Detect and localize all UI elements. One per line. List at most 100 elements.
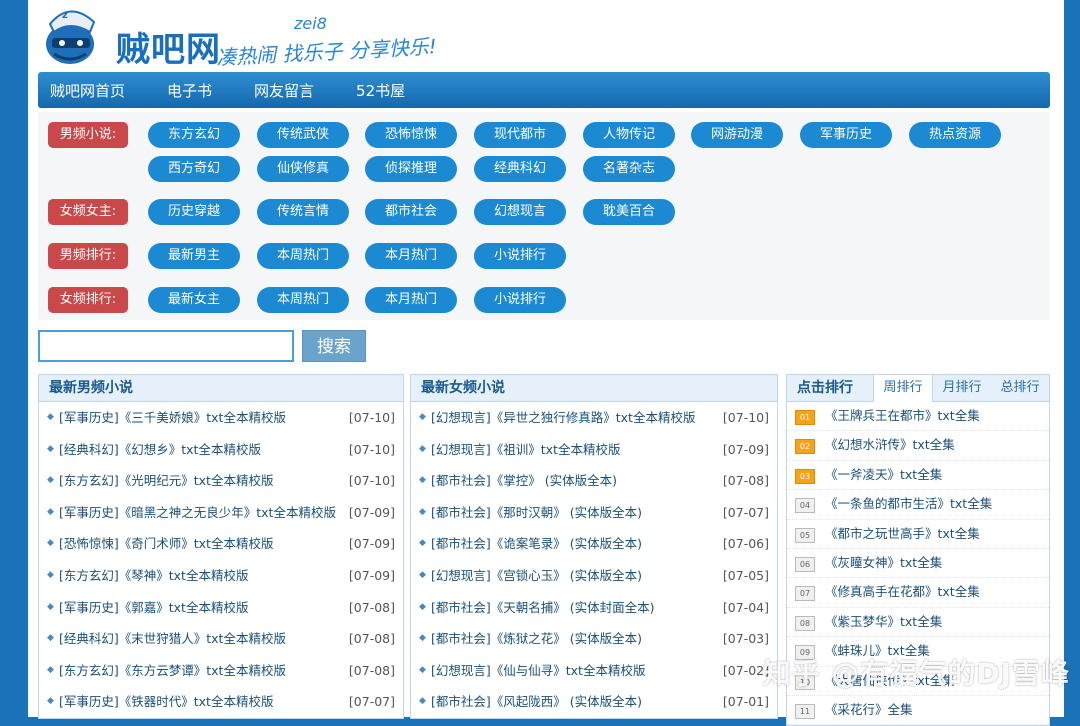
rank-link[interactable]: 《都市之玩世高手》txt全集 (825, 520, 980, 548)
rank-link[interactable]: 《一斧凌天》txt全集 (825, 461, 942, 489)
tag-item[interactable]: 小说排行 (474, 243, 566, 269)
novel-link[interactable]: [军事历史]《郭嘉》txt全本精校版 (59, 592, 248, 624)
novel-link[interactable]: [东方玄幻]《琴神》txt全本精校版 (59, 560, 248, 592)
list-item: ◆ [幻想现言]《异世之独行修真路》txt全本精校版 [07-10] (411, 402, 777, 434)
bullet-icon: ◆ (419, 443, 426, 454)
tag-item[interactable]: 幻想现言 (474, 199, 566, 225)
rank-link[interactable]: 《灰瞳女神》txt全集 (825, 549, 942, 577)
tag-item[interactable]: 人物传记 (583, 122, 675, 148)
tag-item[interactable]: 耽美百合 (583, 199, 675, 225)
nav-ebook[interactable]: 电子书 (167, 80, 212, 101)
tag-item[interactable]: 西方奇幻 (148, 156, 240, 182)
site-name[interactable]: 贼吧网 (116, 22, 221, 71)
rank-item: 01 《王牌兵王在都市》txt全集 (787, 402, 1049, 432)
tag-item[interactable]: 东方玄幻 (148, 122, 240, 148)
tag-item[interactable]: 经典科幻 (474, 156, 566, 182)
female-novel-panel: 最新女频小说 ◆ [幻想现言]《异世之独行修真路》txt全本精校版 [07-10] ◆… (410, 374, 778, 719)
rank-item: 06 《灰瞳女神》txt全集 (787, 549, 1049, 579)
tag-item[interactable]: 本周热门 (257, 287, 349, 313)
tag-item[interactable]: 恐怖惊悚 (365, 122, 457, 148)
tag-item[interactable]: 本月热门 (365, 287, 457, 313)
rank-link[interactable]: 《王牌兵王在都市》txt全集 (825, 402, 980, 430)
nav-guestbook[interactable]: 网友留言 (254, 80, 314, 101)
bandit-mascot-logo[interactable]: z (40, 4, 112, 66)
novel-link[interactable]: [都市社会]《诡案笔录》 (实体版全本) (431, 528, 642, 560)
novel-link[interactable]: [东方玄幻]《光明纪元》txt全本精校版 (59, 465, 273, 497)
novel-link[interactable]: [都市社会]《掌控》 (实体版全本) (431, 465, 617, 497)
novel-link[interactable]: [东方玄幻]《东方云梦谭》txt全本精校版 (59, 655, 286, 687)
tag-item[interactable]: 都市社会 (365, 199, 457, 225)
list-item: ◆ [都市社会]《掌控》 (实体版全本) [07-08] (411, 465, 777, 497)
rank-link[interactable]: 《紫玉梦华》txt全集 (825, 608, 942, 636)
novel-link[interactable]: [都市社会]《风起陇西》 (实体版全本) (431, 686, 642, 718)
list-item: ◆ [都市社会]《诡案笔录》 (实体版全本) [07-06] (411, 528, 777, 560)
nav-home[interactable]: 贼吧网首页 (50, 80, 125, 101)
novel-date: [07-08] (348, 631, 395, 647)
rank-link[interactable]: 《修真高手在花都》txt全集 (825, 578, 980, 606)
bullet-icon: ◆ (419, 696, 426, 707)
novel-link[interactable]: [都市社会]《那时汉朝》 (实体版全本) (431, 497, 642, 529)
tag-item[interactable]: 侦探推理 (365, 156, 457, 182)
bullet-icon: ◆ (419, 538, 426, 549)
male-novel-list: ◆ [军事历史]《三千美娇娘》txt全本精校版 [07-10] ◆ [经典科幻]《幻想乡… (39, 402, 403, 718)
rank-number-badge: 02 (795, 439, 815, 455)
novel-link[interactable]: [恐怖惊悚]《奇门术师》txt全本精校版 (59, 528, 273, 560)
tab-total[interactable]: 总排行 (991, 375, 1049, 401)
list-item: ◆ [都市社会]《天朝名捕》 (实体封面全本) [07-04] (411, 592, 777, 624)
tag-item[interactable]: 历史穿越 (148, 199, 240, 225)
page: z 贼吧网 zei8 凑热闹 找乐子 分享快乐! 贼吧网首页 电子书 网友留言 … (28, 0, 1064, 726)
novel-date: [07-10] (348, 473, 395, 489)
novel-link[interactable]: [军事历史]《铁器时代》txt全本精校版 (59, 686, 273, 718)
rank-item: 03 《一斧凌天》txt全集 (787, 461, 1049, 491)
novel-date: [07-08] (348, 662, 395, 678)
novel-link[interactable]: [幻想现言]《祖训》txt全本精校版 (431, 434, 620, 466)
novel-link[interactable]: [经典科幻]《末世狩猎人》txt全本精校版 (59, 623, 286, 655)
category-label: 男频排行: (48, 243, 128, 269)
rank-link[interactable]: 《采花行》全集 (825, 696, 913, 724)
tag-item[interactable]: 网游动漫 (691, 122, 783, 148)
novel-link[interactable]: [幻想现言]《异世之独行修真路》txt全本精校版 (431, 402, 695, 434)
novel-date: [07-06] (722, 536, 769, 552)
search-button[interactable]: 搜索 (302, 330, 366, 362)
rank-number-badge: 08 (795, 615, 815, 631)
bullet-icon: ◆ (419, 569, 426, 580)
tag-item[interactable]: 热点资源 (909, 122, 1001, 148)
tag-item[interactable]: 最新男主 (148, 243, 240, 269)
list-item: ◆ [经典科幻]《末世狩猎人》txt全本精校版 [07-08] (39, 623, 403, 655)
novel-date: [07-08] (722, 473, 769, 489)
rank-item: 04 《一条鱼的都市生活》txt全集 (787, 490, 1049, 520)
novel-date: [07-09] (348, 567, 395, 583)
tag-item[interactable]: 小说排行 (474, 287, 566, 313)
category-label: 男频小说: (48, 122, 128, 148)
bullet-icon: ◆ (419, 664, 426, 675)
list-item: ◆ [军事历史]《三千美娇娘》txt全本精校版 [07-10] (39, 402, 403, 434)
tag-item[interactable]: 现代都市 (474, 122, 566, 148)
novel-link[interactable]: [经典科幻]《幻想乡》txt全本精校版 (59, 434, 261, 466)
nav-52shuwu[interactable]: 52书屋 (356, 80, 405, 101)
tag-item[interactable]: 本周热门 (257, 243, 349, 269)
novel-link[interactable]: [都市社会]《炼狱之花》 (实体版全本) (431, 623, 642, 655)
tab-monthly[interactable]: 月排行 (933, 375, 991, 401)
novel-link[interactable]: [幻想现言]《仙与仙寻》txt全本精校版 (431, 655, 645, 687)
novel-link[interactable]: [军事历史]《三千美娇娘》txt全本精校版 (59, 402, 286, 434)
novel-link[interactable]: [军事历史]《暗黑之神之无良少年》txt全本精校版 (59, 497, 336, 529)
novel-link[interactable]: [都市社会]《天朝名捕》 (实体封面全本) (431, 592, 654, 624)
tag-item[interactable]: 本月热门 (365, 243, 457, 269)
tab-weekly[interactable]: 周排行 (873, 375, 933, 402)
tag-item[interactable]: 最新女主 (148, 287, 240, 313)
bullet-icon: ◆ (47, 412, 54, 422)
rank-link[interactable]: 《一条鱼的都市生活》txt全集 (825, 490, 992, 518)
slogan-sub: zei8 (294, 14, 327, 33)
novel-link[interactable]: [幻想现言]《宫锁心玉》 (实体版全本) (431, 560, 642, 592)
tag-item[interactable]: 军事历史 (800, 122, 892, 148)
tag-item[interactable]: 传统言情 (257, 199, 349, 225)
panel-title: 点击排行 (797, 380, 853, 396)
search-input[interactable] (38, 330, 294, 362)
tag-item[interactable]: 传统武侠 (257, 122, 349, 148)
tag-item[interactable]: 仙侠修真 (257, 156, 349, 182)
rank-link[interactable]: 《幻想水浒传》txt全集 (825, 431, 955, 459)
novel-date: [07-05] (722, 567, 769, 583)
tag-item[interactable]: 名著杂志 (583, 156, 675, 182)
rank-item: 11 《采花行》全集 (787, 696, 1049, 726)
list-item: ◆ [恐怖惊悚]《奇门术师》txt全本精校版 [07-09] (39, 528, 403, 560)
